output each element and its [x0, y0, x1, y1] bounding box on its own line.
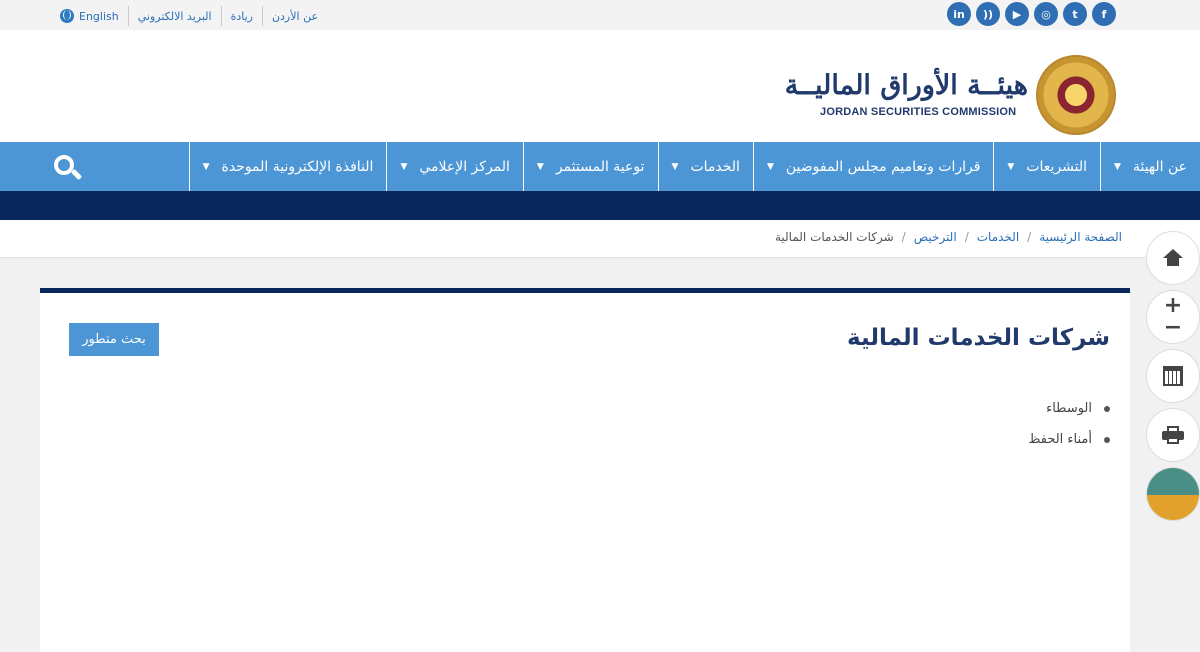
nav-label: توعية المستثمر — [555, 158, 645, 175]
nav-item-e-window[interactable]: النافذة الإلكترونية الموحدة ▼ — [188, 142, 387, 191]
twitter-icon[interactable]: t — [1063, 2, 1087, 26]
globe-icon — [60, 9, 74, 23]
category-list: الوسطاء أمناء الحفظ — [1028, 393, 1110, 455]
breadcrumb-licensing[interactable]: الترخيص — [914, 230, 957, 244]
print-button[interactable] — [1146, 408, 1200, 462]
caret-down-icon: ▼ — [671, 161, 679, 172]
contrast-top — [1147, 468, 1199, 495]
social-icons: in )) ▶ ◎ t f — [947, 2, 1116, 26]
youtube-icon[interactable]: ▶ — [1005, 2, 1029, 26]
riyada-link[interactable]: ريادة — [231, 10, 253, 23]
list-item[interactable]: الوسطاء — [1028, 393, 1110, 424]
list-item-label[interactable]: الوسطاء — [1046, 401, 1092, 416]
contrast-toggle[interactable] — [1146, 467, 1200, 521]
breadcrumb-separator: / — [1027, 230, 1032, 244]
language-link[interactable]: English — [79, 10, 119, 23]
home-icon — [1163, 249, 1183, 267]
caret-down-icon: ▼ — [1007, 161, 1015, 172]
list-item[interactable]: أمناء الحفظ — [1028, 424, 1110, 455]
site-header: هيئــة الأوراق الماليــة JORDAN SECURITI… — [0, 30, 1200, 142]
content-panel: شركات الخدمات المالية بحث متطور الوسطاء … — [40, 288, 1130, 652]
facebook-icon[interactable]: f — [1092, 2, 1116, 26]
caret-down-icon: ▼ — [400, 161, 408, 172]
caret-down-icon: ▼ — [1114, 161, 1121, 172]
nav-item-board-decisions[interactable]: قرارات وتعاميم مجلس المفوضين ▼ — [752, 142, 993, 191]
caret-down-icon: ▼ — [202, 161, 210, 172]
about-jordan-link[interactable]: عن الأردن — [272, 10, 318, 23]
nav-label: عن الهيئة — [1132, 158, 1187, 175]
breadcrumb-current: شركات الخدمات المالية — [774, 230, 894, 244]
main-nav: عن الهيئة ▼ التشريعات ▼ قرارات وتعاميم مجل… — [0, 142, 1200, 191]
breadcrumb-services[interactable]: الخدمات — [977, 230, 1019, 244]
advanced-search-button[interactable]: بحث متطور — [69, 323, 159, 356]
nav-item-media-center[interactable]: المركز الإعلامي ▼ — [386, 142, 522, 191]
calendar-icon — [1163, 366, 1183, 386]
bullet-icon — [1104, 436, 1110, 443]
contrast-bottom — [1147, 495, 1199, 520]
email-link[interactable]: البريد الالكتروني — [138, 10, 212, 23]
zoom-out-icon[interactable]: − — [1164, 317, 1182, 339]
caret-down-icon: ▼ — [766, 161, 774, 172]
nav-label: المركز الإعلامي — [419, 158, 510, 175]
top-links: English البريد الالكتروني ريادة عن الأرد… — [60, 6, 318, 26]
rss-icon[interactable]: )) — [976, 2, 1000, 26]
nav-label: التشريعات — [1026, 158, 1088, 175]
nav-item-legislation[interactable]: التشريعات ▼ — [993, 142, 1100, 191]
logo-arabic-text[interactable]: هيئــة الأوراق الماليــة — [785, 70, 1028, 101]
nav-label: الخدمات — [690, 158, 740, 175]
calendar-button[interactable] — [1146, 349, 1200, 403]
nav-item-about[interactable]: عن الهيئة ▼ — [1100, 142, 1200, 191]
nav-items: عن الهيئة ▼ التشريعات ▼ قرارات وتعاميم مجل… — [188, 142, 1200, 191]
breadcrumb-separator: / — [964, 230, 969, 244]
caret-down-icon: ▼ — [536, 161, 544, 172]
breadcrumb-separator: / — [901, 230, 906, 244]
page-title: شركات الخدمات المالية — [847, 325, 1110, 351]
top-bar: English البريد الالكتروني ريادة عن الأرد… — [0, 0, 1200, 30]
list-item-label[interactable]: أمناء الحفظ — [1028, 432, 1092, 447]
nav-label: قرارات وتعاميم مجلس المفوضين — [785, 158, 981, 175]
breadcrumb: الصفحة الرئيسية / الخدمات / الترخيص / شر… — [775, 230, 1122, 244]
breadcrumb-home[interactable]: الصفحة الرئيسية — [1039, 230, 1122, 244]
divider — [261, 6, 263, 26]
divider — [220, 6, 222, 26]
nav-item-services[interactable]: الخدمات ▼ — [657, 142, 753, 191]
home-button[interactable] — [1146, 231, 1200, 285]
emblem-logo[interactable] — [1036, 55, 1116, 135]
linkedin-icon[interactable]: in — [947, 2, 971, 26]
printer-icon — [1162, 426, 1184, 444]
nav-band — [0, 191, 1200, 220]
bullet-icon — [1104, 405, 1110, 412]
search-icon[interactable] — [52, 153, 83, 183]
breadcrumb-bar: الصفحة الرئيسية / الخدمات / الترخيص / شر… — [0, 220, 1200, 258]
zoom-control[interactable]: + − — [1146, 290, 1200, 344]
zoom-in-icon[interactable]: + — [1164, 295, 1182, 317]
nav-item-investor-awareness[interactable]: توعية المستثمر ▼ — [522, 142, 658, 191]
instagram-icon[interactable]: ◎ — [1034, 2, 1058, 26]
logo-english-text[interactable]: JORDAN SECURITIES COMMISSION — [820, 106, 1016, 118]
divider — [127, 6, 129, 26]
nav-label: النافذة الإلكترونية الموحدة — [221, 158, 374, 175]
